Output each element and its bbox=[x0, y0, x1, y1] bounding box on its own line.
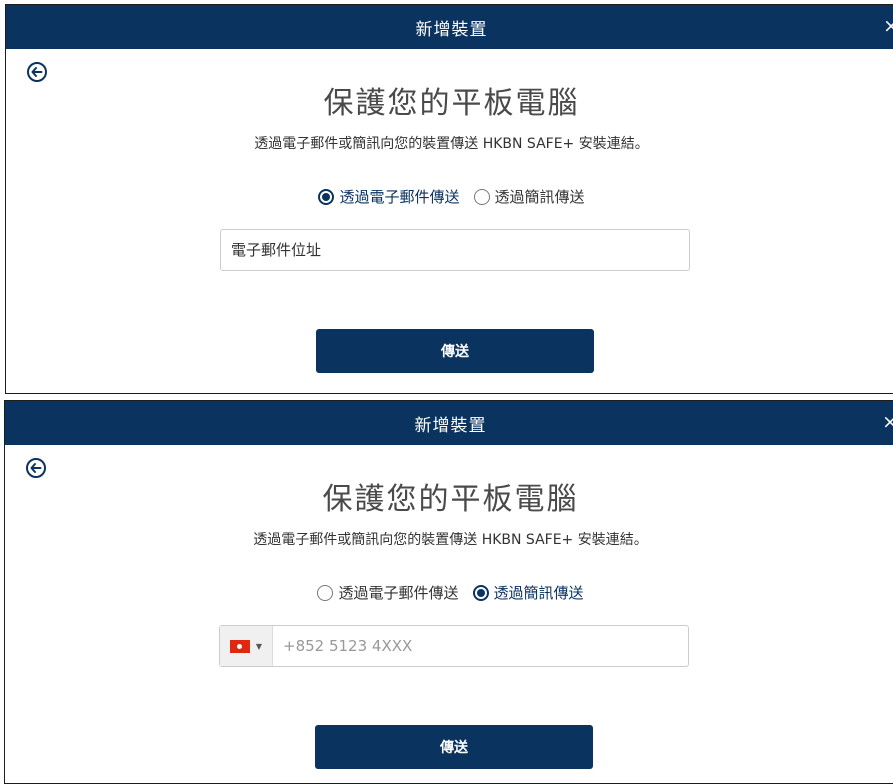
email-field-wrapper bbox=[220, 229, 690, 271]
page-subtitle: 透過電子郵件或簡訊向您的裝置傳送 HKBN SAFE+ 安裝連結。 bbox=[253, 532, 648, 548]
dialog-titlebar: 新增裝置 × bbox=[5, 401, 893, 445]
send-method-group: 透過電子郵件傳送 透過簡訊傳送 bbox=[5, 582, 893, 603]
hong-kong-flag-icon bbox=[229, 639, 250, 653]
radio-unselected-icon bbox=[473, 188, 490, 205]
radio-email[interactable]: 透過電子郵件傳送 bbox=[317, 582, 459, 603]
phone-field-wrapper: ▼ bbox=[219, 625, 689, 667]
country-code-selector[interactable]: ▼ bbox=[220, 626, 273, 666]
close-icon[interactable]: × bbox=[882, 412, 893, 432]
add-device-dialog-email: 新增裝置 × 保護您的平板電腦 透過電子郵件或簡訊向您的裝置傳送 HKBN SA… bbox=[5, 4, 893, 394]
radio-selected-icon bbox=[318, 188, 335, 205]
radio-selected-icon bbox=[472, 584, 489, 601]
page-subtitle: 透過電子郵件或簡訊向您的裝置傳送 HKBN SAFE+ 安裝連結。 bbox=[254, 136, 649, 152]
close-icon[interactable]: × bbox=[883, 16, 893, 36]
radio-email-label: 透過電子郵件傳送 bbox=[339, 188, 460, 206]
send-button[interactable]: 傳送 bbox=[315, 725, 593, 769]
send-button[interactable]: 傳送 bbox=[316, 329, 594, 373]
radio-email[interactable]: 透過電子郵件傳送 bbox=[318, 186, 460, 207]
page-heading: 保護您的平板電腦 bbox=[323, 86, 580, 121]
radio-sms[interactable]: 透過簡訊傳送 bbox=[472, 582, 584, 603]
radio-sms-label: 透過簡訊傳送 bbox=[494, 188, 585, 206]
radio-sms-label: 透過簡訊傳送 bbox=[493, 584, 584, 602]
dialog-title: 新增裝置 bbox=[415, 19, 488, 40]
radio-sms[interactable]: 透過簡訊傳送 bbox=[473, 186, 585, 207]
dialog-title: 新增裝置 bbox=[414, 415, 487, 436]
dialog-titlebar: 新增裝置 × bbox=[6, 5, 893, 49]
phone-input[interactable] bbox=[273, 626, 688, 666]
radio-unselected-icon bbox=[317, 584, 334, 601]
radio-email-label: 透過電子郵件傳送 bbox=[338, 584, 459, 602]
email-input[interactable] bbox=[221, 230, 689, 270]
page-heading: 保護您的平板電腦 bbox=[322, 482, 579, 517]
add-device-dialog-sms: 新增裝置 × 保護您的平板電腦 透過電子郵件或簡訊向您的裝置傳送 HKBN SA… bbox=[4, 400, 893, 784]
send-method-group: 透過電子郵件傳送 透過簡訊傳送 bbox=[6, 186, 893, 207]
caret-down-icon: ▼ bbox=[255, 641, 263, 651]
